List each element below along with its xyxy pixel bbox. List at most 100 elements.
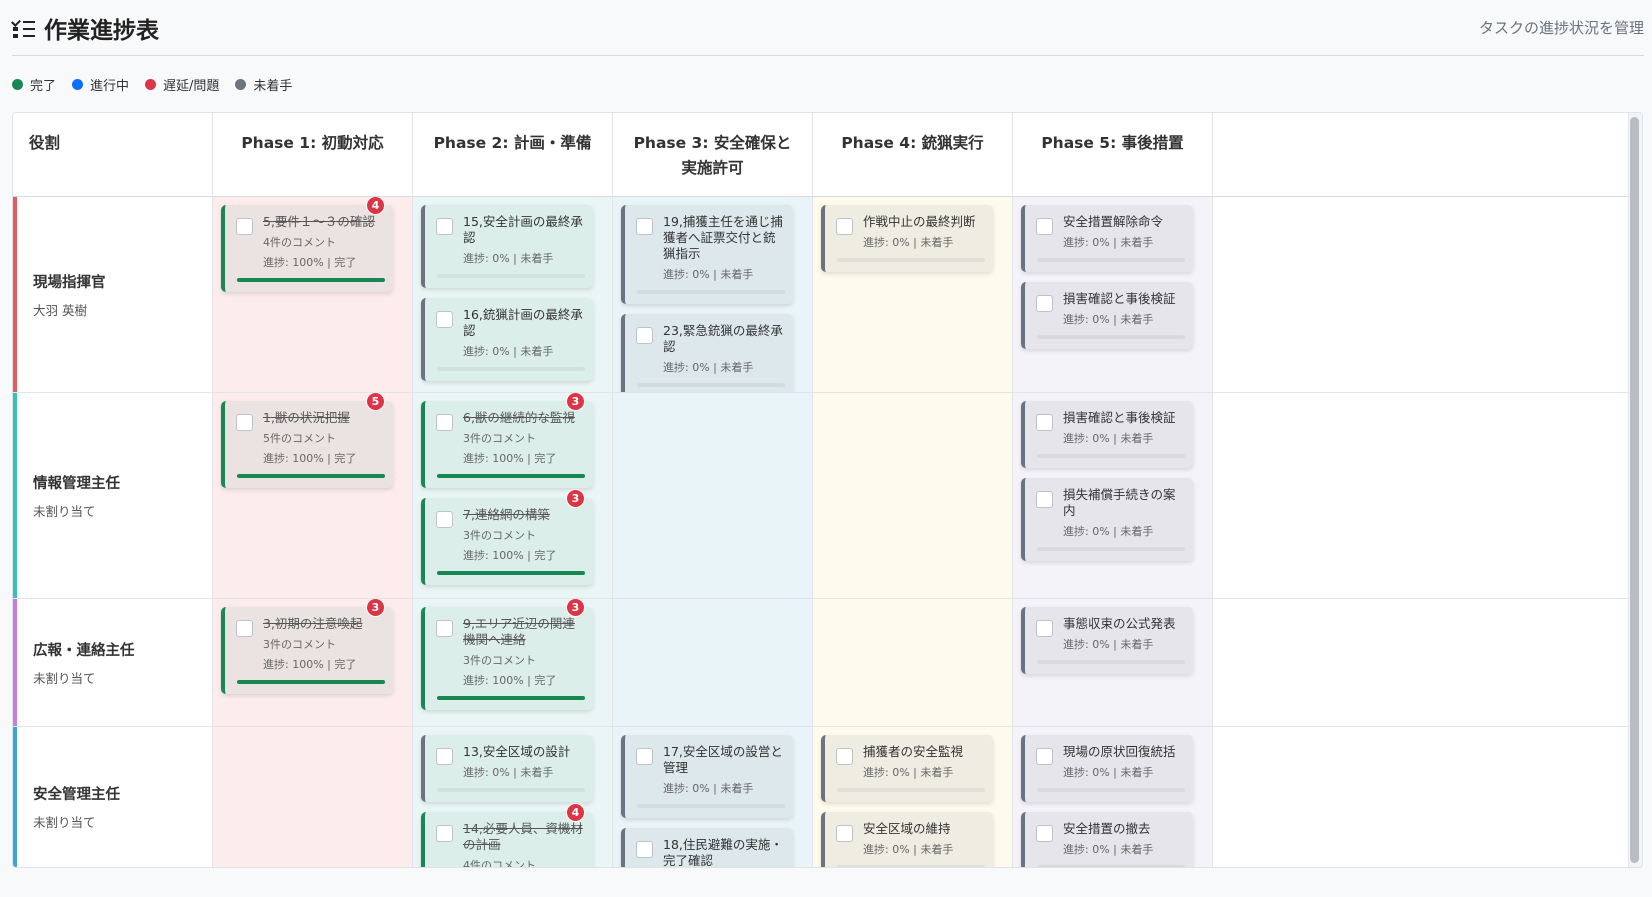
task-card[interactable]: 15,安全計画の最終承認 進捗: 0% | 未着手 [421, 205, 593, 288]
task-card[interactable]: 3 6,獣の継続的な監視 3件のコメント 進捗: 100% | 完了 [421, 393, 593, 488]
task-checkbox[interactable] [836, 218, 853, 235]
task-card-body: 捕獲者の安全監視 進捗: 0% | 未着手 [863, 744, 985, 780]
task-checkbox[interactable] [436, 511, 453, 528]
board-grid: 役割 Phase 1: 初動対応 Phase 2: 計画・準備 Phase 3:… [13, 113, 1629, 868]
task-card[interactable]: 3 7,連絡網の構築 3件のコメント 進捗: 100% | 完了 [421, 489, 593, 585]
legend-label: 完了 [30, 78, 57, 94]
task-card[interactable]: 414,必要人員、資機材の計画4件のコメント進捗: 100% | 完了 [421, 803, 593, 867]
task-progress-text: 進捗: 100% | 完了 [263, 256, 357, 269]
column-header-phase-2: Phase 2: 計画・準備 [413, 113, 613, 197]
task-title: 17,安全区域の設営と管理 [663, 744, 783, 775]
task-comments[interactable]: 5件のコメント [263, 430, 385, 446]
task-checkbox[interactable] [1036, 748, 1053, 765]
task-card[interactable]: 3 3,初期の注意喚起 3件のコメント 進捗: 100% | 完了 [221, 599, 393, 694]
task-card[interactable]: 捕獲者の安全監視 進捗: 0% | 未着手 [821, 735, 993, 802]
task-card[interactable]: 作戦中止の最終判断 進捗: 0% | 未着手 [821, 205, 993, 272]
task-comments[interactable]: 4件のコメント [263, 234, 385, 250]
task-comments[interactable]: 4件のコメント [463, 857, 585, 867]
board-header-row: 役割 Phase 1: 初動対応 Phase 2: 計画・準備 Phase 3:… [13, 113, 1629, 197]
task-title: 6,獣の継続的な監視 [463, 410, 575, 425]
task-checkbox[interactable] [636, 327, 653, 344]
task-progress-bar [237, 680, 385, 684]
task-checkbox[interactable] [436, 311, 453, 328]
progress-board: 役割 Phase 1: 初動対応 Phase 2: 計画・準備 Phase 3:… [12, 112, 1643, 868]
task-card-body: 16,銃猟計画の最終承認 進捗: 0% | 未着手 [463, 307, 585, 359]
task-checkbox[interactable] [436, 825, 453, 842]
comment-count-badge: 4 [366, 197, 385, 215]
comment-count-badge: 3 [566, 489, 585, 508]
task-progress-bar [437, 571, 585, 575]
task-card[interactable]: 損害確認と事後検証 進捗: 0% | 未着手 [1021, 282, 1193, 349]
task-checkbox[interactable] [1036, 295, 1053, 312]
task-checkbox[interactable] [436, 414, 453, 431]
task-checkbox[interactable] [1036, 414, 1053, 431]
empty-cell [1213, 727, 1629, 867]
task-title: 23,緊急銃猟の最終承認 [663, 323, 783, 354]
task-checkbox[interactable] [836, 825, 853, 842]
task-title: 18,住民避難の実施・完了確認 [663, 837, 783, 868]
task-checkbox[interactable] [1036, 825, 1053, 842]
task-comments[interactable]: 3件のコメント [463, 652, 585, 668]
task-card[interactable]: 3 9,エリア近辺の関連機関へ連絡 3件のコメント 進捗: 100% | 完了 [421, 599, 593, 710]
task-progress-bar [1037, 788, 1185, 792]
task-checkbox[interactable] [436, 748, 453, 765]
task-card[interactable]: 5 1,獣の状況把握 5件のコメント 進捗: 100% | 完了 [221, 393, 393, 488]
role-cell: 安全管理主任 未割り当て [13, 727, 213, 867]
task-comments[interactable]: 3件のコメント [463, 430, 585, 446]
task-progress-text: 進捗: 0% | 未着手 [863, 766, 954, 779]
vertical-scrollbar[interactable] [1628, 113, 1642, 867]
task-card[interactable]: 18,住民避難の実施・完了確認進捗: 0% | 未着手 [621, 828, 793, 868]
task-card[interactable]: 安全措置解除命令 進捗: 0% | 未着手 [1021, 205, 1193, 272]
task-title: 16,銃猟計画の最終承認 [463, 307, 583, 338]
task-checkbox[interactable] [436, 218, 453, 235]
role-assignee: 大羽 英樹 [33, 302, 87, 318]
phase-cell: 3 6,獣の継続的な監視 3件のコメント 進捗: 100% | 完了 3 7,連絡網の構築… [413, 393, 613, 598]
page-header: 作業進捗表 タスクの進捗状況を管理 [11, 0, 1644, 56]
task-checkbox[interactable] [636, 218, 653, 235]
task-title: 15,安全計画の最終承認 [463, 214, 583, 245]
task-checkbox[interactable] [636, 841, 653, 858]
task-progress-text: 進捗: 0% | 未着手 [1063, 525, 1154, 538]
status-dot-icon [235, 78, 247, 90]
task-card[interactable]: 4 5,要件１〜３の確認 4件のコメント 進捗: 100% | 完了 [221, 197, 393, 292]
task-card[interactable]: 安全措置の撤去 進捗: 0% | 未着手 [1021, 812, 1193, 867]
task-card[interactable]: 16,銃猟計画の最終承認 進捗: 0% | 未着手 [421, 298, 593, 381]
task-checkbox[interactable] [236, 414, 253, 431]
role-cell: 現場指揮官 大羽 英樹 [13, 197, 213, 392]
task-card[interactable]: 損害確認と事後検証 進捗: 0% | 未着手 [1021, 401, 1193, 468]
task-checkbox[interactable] [1036, 218, 1053, 235]
task-card[interactable]: 23,緊急銃猟の最終承認 進捗: 0% | 未着手 [621, 314, 793, 392]
task-comments[interactable]: 3件のコメント [463, 527, 585, 543]
legend-item-delayed: 遅延/問題 [145, 75, 219, 94]
task-checkbox[interactable] [1036, 491, 1053, 508]
task-card[interactable]: 13,安全区域の設計 進捗: 0% | 未着手 [421, 735, 593, 802]
task-title: 安全措置解除命令 [1063, 214, 1164, 229]
task-card-body: 9,エリア近辺の関連機関へ連絡 3件のコメント 進捗: 100% | 完了 [463, 616, 585, 688]
task-card[interactable]: 損失補償手続きの案内 進捗: 0% | 未着手 [1021, 478, 1193, 561]
task-checkbox[interactable] [1036, 620, 1053, 637]
scrollbar-thumb[interactable] [1630, 117, 1639, 863]
task-checkbox[interactable] [236, 620, 253, 637]
task-card-body: 安全措置の撤去 進捗: 0% | 未着手 [1063, 821, 1185, 857]
role-assignee: 未割り当て [33, 670, 96, 686]
task-checkbox[interactable] [636, 748, 653, 765]
task-checkbox[interactable] [236, 218, 253, 235]
phase-cell: 17,安全区域の設営と管理 進捗: 0% | 未着手 18,住民避難の実施・完了確認… [613, 727, 813, 868]
task-checkbox[interactable] [836, 748, 853, 765]
task-progress-text: 進捗: 0% | 未着手 [1063, 432, 1154, 445]
task-progress-text: 進捗: 100% | 完了 [263, 658, 357, 671]
task-card[interactable]: 現場の原状回復統括 進捗: 0% | 未着手 [1021, 735, 1193, 802]
task-title: 安全措置の撤去 [1063, 821, 1151, 836]
status-dot-icon [145, 78, 157, 90]
task-card[interactable]: 19,捕獲主任を通じ捕獲者へ証票交付と銃猟指示 進捗: 0% | 未着手 [621, 205, 793, 304]
task-progress-fill [437, 474, 585, 478]
task-title: 13,安全区域の設計 [463, 744, 571, 759]
task-card[interactable]: 17,安全区域の設営と管理 進捗: 0% | 未着手 [621, 735, 793, 818]
task-card-body: 事態収束の公式発表 進捗: 0% | 未着手 [1063, 616, 1185, 652]
task-card[interactable]: 事態収束の公式発表 進捗: 0% | 未着手 [1021, 607, 1193, 674]
task-comments[interactable]: 3件のコメント [263, 636, 385, 652]
task-checkbox[interactable] [436, 620, 453, 637]
task-progress-fill [437, 696, 585, 700]
role-row: 広報・連絡主任 未割り当て 3 3,初期の注意喚起 3件のコメント 進捗: 100% | … [13, 599, 1629, 727]
task-card[interactable]: 安全区域の維持 進捗: 0% | 未着手 [821, 812, 993, 867]
